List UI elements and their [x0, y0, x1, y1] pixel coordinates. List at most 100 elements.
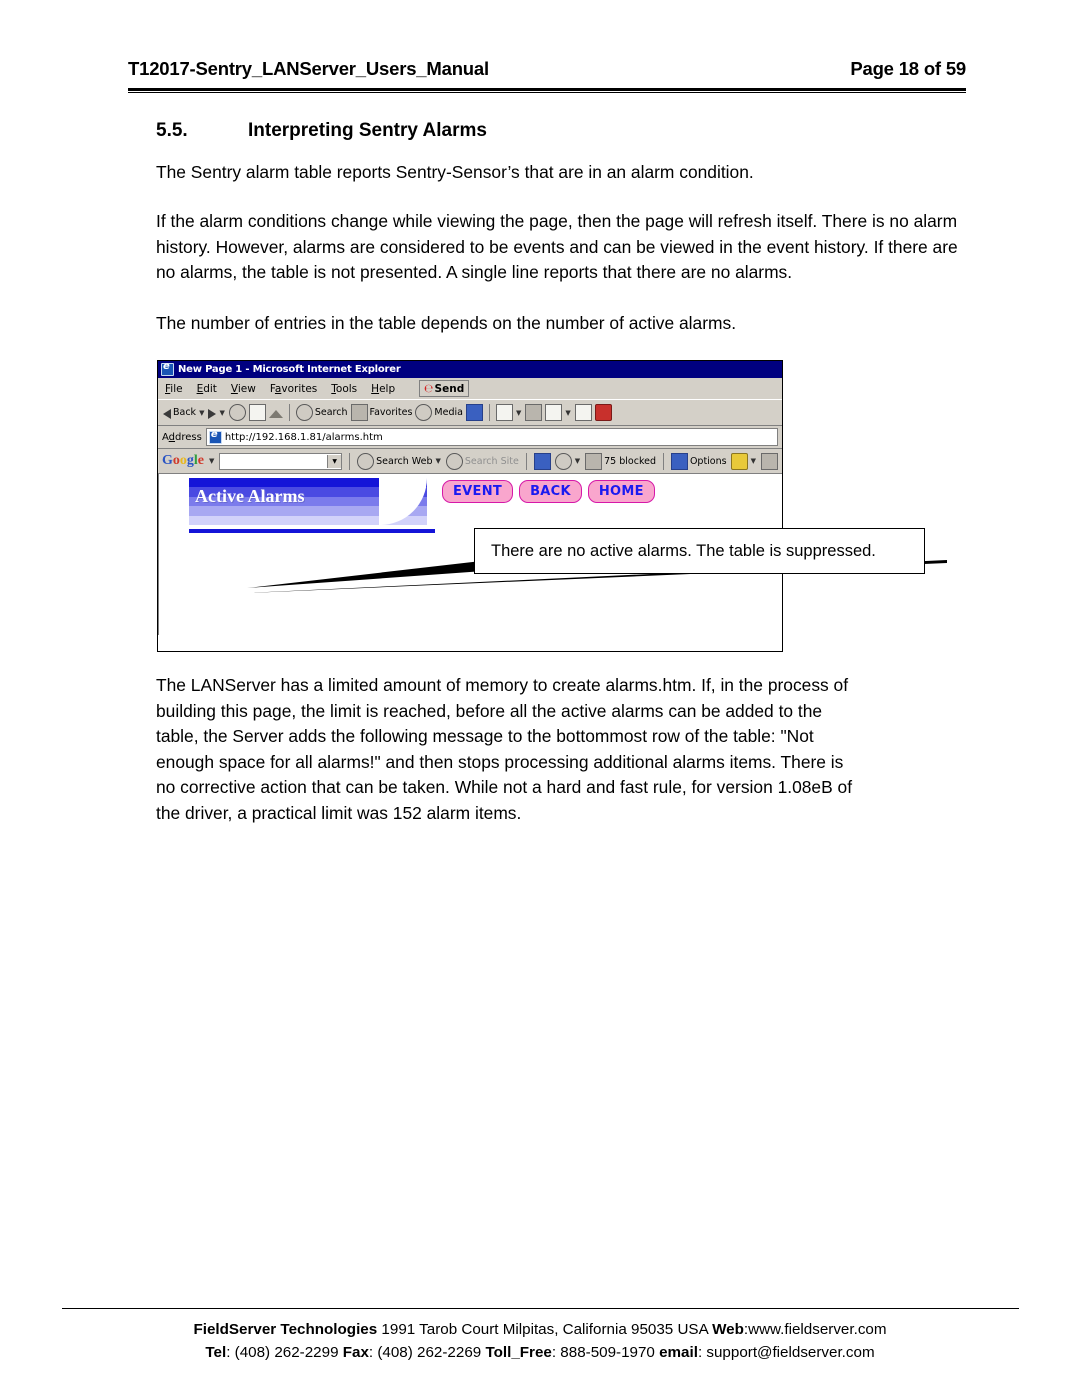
home-icon	[268, 410, 283, 418]
messenger-button[interactable]	[594, 404, 612, 421]
tel-value: : (408) 262-2299	[226, 1344, 343, 1361]
banner-underline	[189, 529, 435, 533]
print-button[interactable]	[525, 404, 543, 421]
highlight-button[interactable]	[760, 452, 778, 470]
toolbar-separator	[525, 452, 527, 470]
tollfree-label: Toll_Free	[485, 1344, 552, 1361]
discuss-icon	[574, 404, 592, 421]
menu-item-tools[interactable]: Tools	[331, 383, 357, 395]
document-title: T12017-Sentry_LANServer_Users_Manual	[128, 58, 489, 79]
paragraph-4-line: table, the Server adds the following mes…	[156, 726, 814, 746]
page-footer: FieldServer Technologies 1991 Tarob Cour…	[0, 1318, 1080, 1364]
event-button[interactable]: EVENT	[442, 480, 514, 503]
popup-blocker-button[interactable]: 75 blocked	[585, 452, 656, 470]
autofill-button[interactable]: ▼	[730, 452, 757, 470]
search-web-icon	[357, 452, 375, 470]
info-icon	[554, 452, 572, 470]
chevron-down-icon[interactable]: ▼	[327, 454, 342, 468]
webpage-nav-buttons: EVENT BACK HOME	[442, 480, 655, 503]
search-web-label: Search Web	[376, 455, 433, 467]
search-button[interactable]: Search	[295, 404, 348, 421]
menu-item-favorites[interactable]: Favorites	[270, 383, 317, 395]
send-button-label: Send	[434, 382, 465, 395]
chevron-down-icon[interactable]: ▼	[751, 457, 756, 465]
media-button[interactable]: Media	[415, 404, 463, 421]
stop-button[interactable]	[228, 404, 246, 421]
back-nav-button[interactable]: BACK	[519, 480, 582, 503]
chevron-down-icon[interactable]: ▼	[199, 409, 204, 417]
company-address: 1991 Tarob Court Milpitas, California 95…	[377, 1321, 713, 1338]
chevron-down-icon[interactable]: ▼	[436, 457, 441, 465]
address-input[interactable]: http://192.168.1.81/alarms.htm	[205, 428, 778, 446]
home-button[interactable]	[268, 407, 283, 418]
edit-button[interactable]: ▼	[545, 404, 571, 421]
toolbar-separator	[349, 452, 351, 470]
browser-window-screenshot: New Page 1 - Microsoft Internet Explorer…	[157, 360, 783, 652]
fax-label: Fax	[342, 1344, 369, 1361]
menu-item-view[interactable]: View	[231, 383, 256, 395]
popup-blocker-icon	[585, 452, 603, 470]
search-button-label: Search	[314, 407, 348, 418]
stop-icon	[228, 404, 246, 421]
footer-line-2: Tel: (408) 262-2299 Fax: (408) 262-2269 …	[0, 1341, 1080, 1364]
send-button[interactable]: ℮ Send	[419, 380, 470, 397]
annotation-callout: There are no active alarms. The table is…	[474, 528, 925, 574]
media-icon	[415, 404, 433, 421]
address-label: Address	[162, 431, 202, 443]
options-icon	[670, 452, 688, 470]
footer-line-1: FieldServer Technologies 1991 Tarob Cour…	[0, 1318, 1080, 1341]
home-nav-button[interactable]: HOME	[587, 480, 655, 503]
section-heading: 5.5. Interpreting Sentry Alarms	[156, 120, 487, 142]
chevron-down-icon[interactable]: ▼	[209, 457, 214, 465]
banner-title: Active Alarms	[195, 486, 305, 506]
discuss-button[interactable]	[574, 404, 592, 421]
pagerank-button[interactable]	[533, 452, 551, 470]
send-swoosh-icon: ℮	[424, 382, 434, 395]
webpage-header-row: Active Alarms EVENT BACK HOME	[159, 474, 782, 533]
browser-title-text: New Page 1 - Microsoft Internet Explorer	[178, 364, 401, 375]
chevron-down-icon[interactable]: ▼	[575, 457, 580, 465]
refresh-button[interactable]	[248, 404, 266, 421]
back-button[interactable]: Back ▼	[163, 407, 205, 419]
tel-label: Tel	[205, 1344, 227, 1361]
chevron-down-icon[interactable]: ▼	[219, 409, 224, 417]
info-button[interactable]: ▼	[554, 452, 581, 470]
paragraph-4-line: enough space for all alarms!" and then s…	[156, 751, 844, 772]
search-web-button[interactable]: Search Web ▼	[357, 452, 442, 470]
callout-text: There are no active alarms. The table is…	[491, 541, 876, 560]
menu-item-edit[interactable]: Edit	[197, 383, 217, 395]
chevron-down-icon[interactable]: ▼	[565, 409, 570, 417]
email-value: : support@fieldserver.com	[697, 1344, 875, 1361]
popup-blocked-count: 75 blocked	[604, 455, 656, 467]
section-number: 5.5.	[156, 120, 188, 141]
browser-address-bar: Address http://192.168.1.81/alarms.htm	[158, 426, 782, 449]
browser-toolbar: Back ▼ ▼ Search Favorites Media ▼ ▼	[158, 400, 782, 426]
paragraph-4-line: building this page, the limit is reached…	[156, 700, 823, 721]
favorites-button[interactable]: Favorites	[350, 404, 412, 421]
paragraph-2: If the alarm conditions change while vie…	[156, 211, 958, 282]
browser-titlebar: New Page 1 - Microsoft Internet Explorer	[158, 361, 782, 378]
header-divider	[128, 88, 966, 93]
chevron-down-icon[interactable]: ▼	[516, 409, 521, 417]
printer-icon	[525, 404, 543, 421]
history-button[interactable]	[465, 404, 483, 421]
pagerank-icon	[533, 452, 551, 470]
menu-item-file[interactable]: File	[165, 383, 183, 395]
autofill-icon	[730, 452, 748, 470]
refresh-icon	[248, 404, 266, 421]
google-search-input[interactable]: ▼	[219, 452, 343, 470]
mail-button[interactable]: ▼	[495, 404, 522, 421]
toolbar-separator	[663, 452, 664, 470]
menu-item-help[interactable]: Help	[371, 383, 395, 395]
paragraph-4-line: no corrective action that can be taken. …	[156, 777, 853, 797]
google-logo: Google	[162, 453, 204, 468]
google-options-label: Options	[689, 455, 727, 467]
arrow-left-icon	[163, 408, 171, 419]
favorites-folder-icon	[350, 404, 368, 421]
google-options-button[interactable]: Options	[670, 452, 727, 470]
messenger-icon	[594, 404, 612, 421]
back-button-label: Back	[173, 407, 197, 418]
forward-button[interactable]: ▼	[208, 407, 225, 419]
search-site-label: Search Site	[464, 455, 519, 467]
search-site-button: Search Site	[445, 452, 519, 470]
